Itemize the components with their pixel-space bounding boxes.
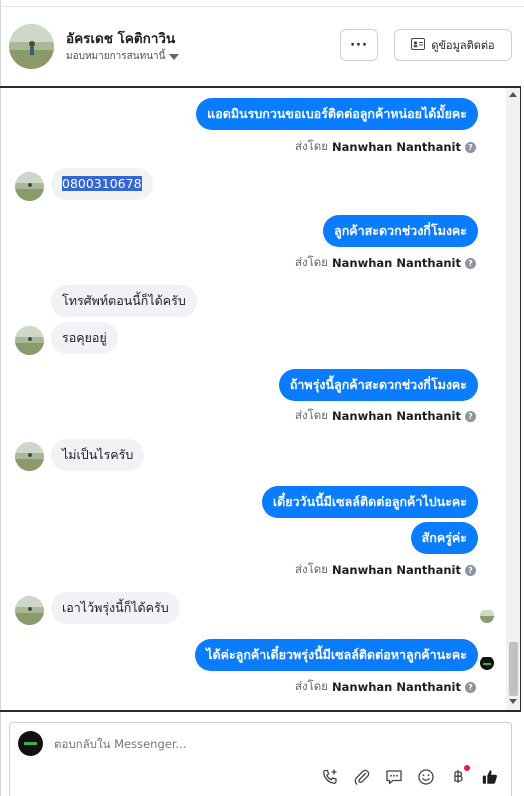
contact-name[interactable]: อัครเดช โคติกาวิน	[66, 27, 175, 49]
sender-name: Nanwhan Nanthanit	[332, 256, 461, 270]
incoming-message[interactable]: เอาไว้พรุ่งนี้ก็ได้ครับ	[51, 592, 180, 624]
baht-icon[interactable]	[449, 765, 470, 786]
outgoing-message[interactable]: ลูกค้าสะดวกช่วงกี่โมงคะ	[323, 215, 478, 247]
contact-message-avatar	[15, 596, 44, 625]
selected-phone-number[interactable]: 0800310678	[62, 176, 142, 191]
sent-by-row: ส่งโดย Nanwhan Nanthanit ?	[295, 138, 476, 156]
incoming-message[interactable]: รอคุยอยู่	[51, 322, 118, 354]
outgoing-message[interactable]: สักครู่ค่ะ	[410, 522, 478, 554]
assign-conversation-dropdown[interactable]: มอบหมายการสนทนานี้	[66, 49, 180, 64]
info-icon[interactable]: ?	[465, 564, 476, 576]
info-icon[interactable]: ?	[465, 410, 476, 422]
outgoing-message[interactable]: ถ้าพรุ่งนี้ลูกค้าสะดวกช่วงกี่โมงคะ	[278, 369, 478, 401]
contact-message-avatar	[15, 326, 44, 355]
sent-by-row: ส่งโดย Nanwhan Nanthanit ?	[295, 561, 476, 579]
message-thread[interactable]: แอดมินรบกวนขอเบอร์ติดต่อลูกค้าหน่อยได้มั…	[0, 86, 521, 712]
chat-bubble-icon[interactable]	[385, 768, 403, 786]
page-avatar	[18, 731, 43, 756]
sent-by-prefix: ส่งโดย	[294, 139, 329, 153]
contact-message-avatar	[15, 172, 44, 201]
smiley-icon[interactable]	[417, 768, 435, 786]
thumbs-up-icon[interactable]	[481, 768, 499, 786]
outgoing-message[interactable]: แอดมินรบกวนขอเบอร์ติดต่อลูกค้าหน่อยได้มั…	[196, 98, 478, 130]
sent-by-prefix: ส่งโดย	[294, 408, 329, 422]
sender-name: Nanwhan Nanthanit	[332, 409, 461, 423]
info-icon[interactable]: ?	[465, 681, 476, 693]
reply-composer	[9, 722, 512, 796]
phone-add-icon[interactable]	[321, 768, 339, 786]
info-icon[interactable]: ?	[465, 141, 476, 153]
scroll-up-arrow-icon[interactable]	[509, 92, 517, 97]
sender-name: Nanwhan Nanthanit	[332, 140, 461, 154]
more-options-button[interactable]: ···	[340, 29, 378, 61]
sent-by-row: ส่งโดย Nanwhan Nanthanit ?	[295, 254, 476, 272]
scrollbar-thumb[interactable]	[509, 642, 518, 696]
view-contact-info-label: ดูข้อมูลติดต่อ	[431, 39, 495, 52]
caret-down-icon	[169, 53, 180, 60]
page-seen-avatar	[480, 656, 494, 670]
sent-by-row: ส่งโดย Nanwhan Nanthanit ?	[295, 678, 476, 696]
contact-card-icon	[411, 37, 426, 53]
reply-input[interactable]	[54, 737, 474, 751]
view-contact-info-button[interactable]: ดูข้อมูลติดต่อ	[394, 29, 512, 61]
incoming-message[interactable]: 0800310678	[51, 168, 153, 200]
scrollbar[interactable]	[506, 88, 520, 710]
incoming-message[interactable]: โทรศัพท์ตอนนี้ก็ได้ครับ	[51, 285, 197, 317]
seen-avatar	[480, 609, 494, 623]
sent-by-prefix: ส่งโดย	[294, 255, 329, 269]
outgoing-message[interactable]: ได้ค่ะลูกค้าเดี๋ยวพรุ่งนี้มีเซลล์ติดต่อห…	[195, 639, 478, 671]
sender-name: Nanwhan Nanthanit	[332, 563, 461, 577]
contact-message-avatar	[15, 442, 44, 471]
sender-name: Nanwhan Nanthanit	[332, 680, 461, 694]
paperclip-icon[interactable]	[353, 768, 371, 786]
outgoing-message[interactable]: เดี๋ยววันนี้มีเซลล์ติดต่อลูกค้าไปนะคะ	[261, 486, 478, 518]
contact-avatar[interactable]	[9, 24, 54, 69]
incoming-message[interactable]: ไม่เป็นไรครับ	[51, 439, 145, 471]
sent-by-prefix: ส่งโดย	[294, 562, 329, 576]
sent-by-prefix: ส่งโดย	[294, 679, 329, 693]
info-icon[interactable]: ?	[465, 257, 476, 269]
sent-by-row: ส่งโดย Nanwhan Nanthanit ?	[295, 407, 476, 425]
assign-label: มอบหมายการสนทนานี้	[66, 51, 166, 62]
conversation-header: อัครเดช โคติกาวิน มอบหมายการสนทนานี้ ···…	[0, 6, 524, 86]
notification-dot	[464, 765, 470, 771]
scroll-down-arrow-icon[interactable]	[509, 699, 517, 704]
composer-toolbar	[321, 765, 499, 786]
